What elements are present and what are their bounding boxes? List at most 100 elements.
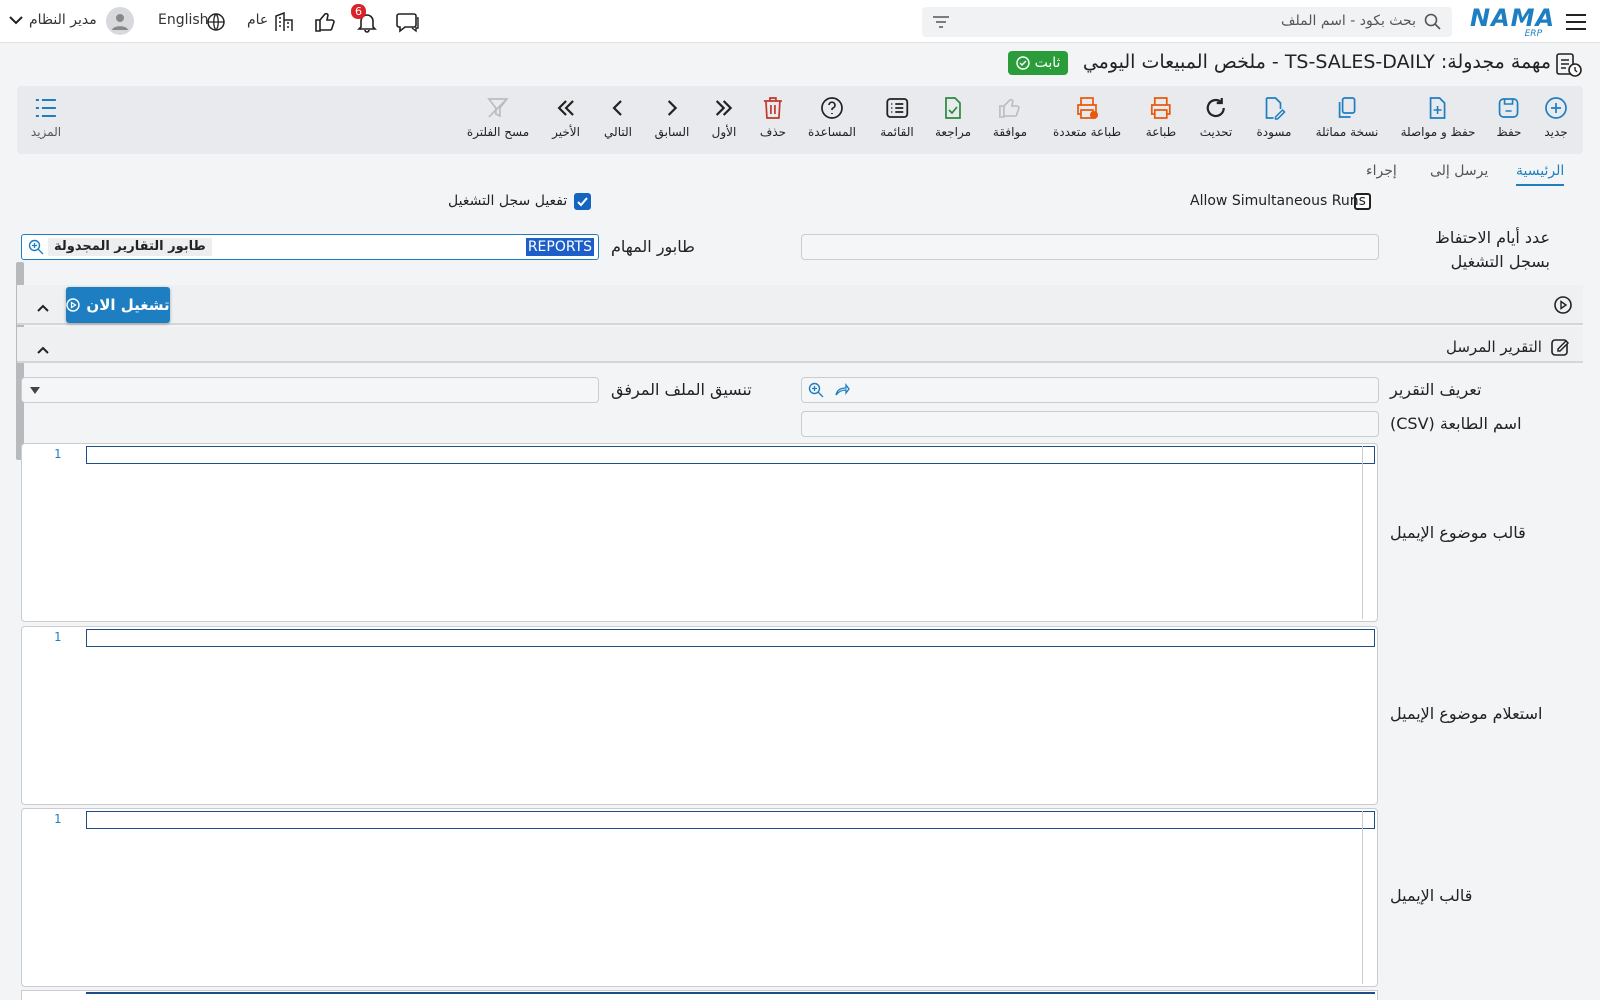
collapse-chevron-up-icon[interactable] xyxy=(37,298,49,317)
refresh-button[interactable]: تحديث xyxy=(1200,96,1232,139)
tab-main[interactable]: الرئيسية xyxy=(1516,163,1565,186)
last-button[interactable]: الأخير xyxy=(552,96,580,139)
first-button[interactable]: الأول xyxy=(712,96,736,139)
search-plus-icon[interactable] xyxy=(808,382,824,398)
file-check-icon xyxy=(945,97,961,119)
search-icon xyxy=(1424,13,1441,30)
notification-badge: 6 xyxy=(351,4,366,19)
sent-report-section-header[interactable] xyxy=(17,327,1583,363)
more-button[interactable]: المزيد xyxy=(31,96,61,139)
share-arrow-icon[interactable] xyxy=(834,383,850,397)
help-icon xyxy=(821,97,843,119)
language-switch[interactable]: English xyxy=(158,12,209,28)
copy-icon xyxy=(1339,97,1356,118)
next-editor-partial[interactable] xyxy=(21,990,1378,1000)
report-definition-label: تعريف التقرير xyxy=(1390,380,1482,399)
printer-icon xyxy=(1151,97,1171,119)
chat-icon[interactable] xyxy=(396,10,420,34)
multi-print-button[interactable]: طباعة متعددة xyxy=(1053,96,1121,139)
page-title: مهمة مجدولة: TS-SALES-DAILY - ملخص المبي… xyxy=(1082,51,1551,73)
editor-active-line[interactable] xyxy=(86,811,1375,829)
branch-label[interactable]: عام xyxy=(247,12,268,28)
play-circle-icon xyxy=(66,298,81,312)
trash-icon xyxy=(764,97,782,119)
chevron-left-icon xyxy=(612,100,622,116)
task-queue-lookup[interactable]: REPORTS طابور التقارير المجدولة xyxy=(21,234,599,260)
email-template-label: قالب الإيميل xyxy=(1390,886,1473,905)
task-queue-label: طابور المهام xyxy=(611,237,695,256)
email-subject-template-label: قالب موضوع الإيميل xyxy=(1390,523,1526,542)
save-button[interactable]: حفظ xyxy=(1497,96,1521,139)
filter-off-icon xyxy=(487,98,509,118)
list-icon xyxy=(886,98,908,118)
line-number: 1 xyxy=(54,447,62,461)
chevron-right-icon xyxy=(668,100,678,116)
attachment-format-select[interactable] xyxy=(21,377,599,403)
editor-active-line[interactable] xyxy=(86,629,1375,647)
editor-scrollbar[interactable] xyxy=(1362,446,1363,619)
building-icon[interactable] xyxy=(272,10,296,34)
retention-days-input[interactable] xyxy=(801,234,1379,260)
email-template-editor[interactable]: 1 xyxy=(21,808,1378,987)
user-name[interactable]: مدير النظام xyxy=(29,12,97,28)
delete-button[interactable]: حذف xyxy=(760,96,786,139)
allow-simultaneous-label: Allow Simultaneous Runs xyxy=(1190,193,1366,209)
tab-send-to[interactable]: يرسل إلى xyxy=(1430,163,1488,179)
avatar[interactable] xyxy=(106,7,134,35)
editor-scrollbar[interactable] xyxy=(1362,811,1363,984)
run-section-header xyxy=(17,285,1583,325)
previous-button[interactable]: السابق xyxy=(655,96,689,139)
review-button[interactable]: مراجعة xyxy=(935,96,971,139)
save-icon xyxy=(1499,98,1519,118)
check-icon xyxy=(577,197,588,207)
pencil-file-icon xyxy=(1266,97,1286,120)
refresh-icon xyxy=(1206,98,1226,118)
duplicate-button[interactable]: نسخة مماثلة xyxy=(1316,96,1378,139)
next-button[interactable]: التالي xyxy=(604,96,632,139)
editor-active-line[interactable] xyxy=(86,446,1375,464)
plus-circle-icon xyxy=(1545,97,1567,119)
print-button[interactable]: طباعة xyxy=(1146,96,1176,139)
more-list-icon xyxy=(36,99,56,117)
retention-days-label: عدد أيام الاحتفاظ بسجل التشغيل xyxy=(1435,228,1550,271)
help-button[interactable]: المساعدة xyxy=(808,96,856,139)
top-bar: NAMA ERP بحث بكود - اسم الملف 6 عام Engl… xyxy=(0,0,1600,43)
approve-button[interactable]: موافقة xyxy=(993,96,1027,139)
printer-name-input[interactable] xyxy=(801,411,1379,437)
new-button[interactable]: جديد xyxy=(1544,96,1568,139)
save-continue-button[interactable]: حفظ و مواصلة xyxy=(1401,96,1475,139)
logo[interactable]: NAMA ERP xyxy=(1470,4,1556,40)
search-plus-icon[interactable] xyxy=(28,239,44,255)
chevron-down-icon[interactable] xyxy=(8,12,24,28)
thumbs-up-icon xyxy=(999,98,1020,118)
check-circle-icon xyxy=(1015,56,1030,70)
scheduled-task-icon xyxy=(1555,52,1583,82)
draft-button[interactable]: مسودة xyxy=(1257,96,1291,139)
search-input[interactable]: بحث بكود - اسم الملف xyxy=(922,7,1452,37)
task-queue-code: REPORTS xyxy=(525,238,594,256)
collapse-chevron-up-icon[interactable] xyxy=(37,340,49,359)
task-queue-name: طابور التقارير المجدولة xyxy=(48,238,212,256)
status-badge: ثابت xyxy=(1008,51,1068,75)
tab-action[interactable]: إجراء xyxy=(1366,163,1397,179)
email-subject-template-editor[interactable]: 1 xyxy=(21,443,1378,622)
search-placeholder: بحث بكود - اسم الملف xyxy=(1281,13,1416,29)
line-number: 1 xyxy=(54,630,62,644)
attachment-format-label: تنسيق الملف المرفق xyxy=(611,380,752,399)
enable-run-log-label: تفعيل سجل التشغيل xyxy=(448,193,568,209)
thumbs-up-icon[interactable] xyxy=(313,10,337,34)
edit-icon xyxy=(1550,337,1570,361)
menu-icon[interactable] xyxy=(1564,10,1588,34)
filter-icon[interactable] xyxy=(932,15,950,29)
dropdown-caret-icon xyxy=(30,387,40,394)
multi-printer-icon xyxy=(1077,97,1098,119)
double-chevron-right-icon xyxy=(716,100,733,116)
run-now-button[interactable]: تشغيل الان xyxy=(66,287,170,323)
printer-name-label: اسم الطابعة (CSV) xyxy=(1390,414,1522,433)
email-subject-query-editor[interactable]: 1 xyxy=(21,626,1378,805)
list-button[interactable]: القائمة xyxy=(880,96,914,139)
clear-filter-button[interactable]: مسح الفلترة xyxy=(467,96,529,139)
sent-report-section-title: التقرير المرسل xyxy=(1446,338,1542,356)
enable-run-log-checkbox[interactable] xyxy=(574,193,591,210)
report-definition-input[interactable] xyxy=(801,377,1379,403)
